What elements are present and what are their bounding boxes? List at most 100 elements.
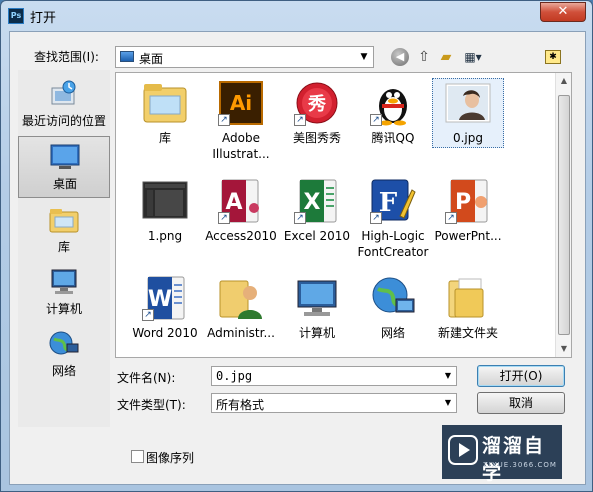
- place-label: 计算机: [45, 302, 82, 316]
- file-item[interactable]: A ↗ Access2010: [201, 176, 281, 270]
- libraries-folder-icon: [143, 84, 187, 123]
- place-network[interactable]: 网络: [18, 324, 110, 386]
- views-menu-icon[interactable]: ▦▾: [460, 48, 486, 66]
- look-in-dropdown[interactable]: 桌面 ▼: [115, 46, 374, 68]
- file-item[interactable]: 库: [125, 78, 205, 172]
- file-label: 库: [158, 131, 171, 145]
- scrollbar-thumb[interactable]: [558, 95, 570, 335]
- filetype-label: 文件类型(T):: [117, 398, 186, 412]
- chevron-down-icon[interactable]: ▼: [440, 367, 456, 385]
- shortcut-arrow-icon: ↗: [218, 114, 230, 126]
- svg-text:X: X: [304, 190, 321, 215]
- cancel-button[interactable]: 取消: [477, 392, 565, 414]
- file-label: 美图秀秀: [292, 131, 341, 145]
- file-item[interactable]: P ↗ PowerPnt...: [428, 176, 508, 270]
- shortcut-arrow-icon: ↗: [294, 114, 306, 126]
- chevron-down-icon[interactable]: ▼: [440, 394, 456, 412]
- file-item-selected[interactable]: 0.jpg: [428, 78, 508, 172]
- svg-text:秀: 秀: [307, 94, 326, 115]
- place-desktop[interactable]: 桌面: [18, 136, 110, 198]
- libraries-icon: [49, 209, 79, 233]
- place-libraries[interactable]: 库: [18, 200, 110, 262]
- file-label: 0.jpg: [452, 131, 484, 145]
- file-label: Administr...: [207, 326, 275, 340]
- filename-combo[interactable]: 0.jpg ▼: [211, 366, 457, 386]
- file-label: Access2010: [205, 229, 277, 243]
- desktop-icon: [50, 144, 80, 169]
- file-item[interactable]: Ai ↗ Adobe Illustrat...: [201, 78, 281, 172]
- close-button[interactable]: ✕: [540, 2, 586, 22]
- place-recent[interactable]: 最近访问的位置: [18, 74, 110, 136]
- file-item[interactable]: 计算机: [277, 273, 357, 367]
- look-in-value: 桌面: [139, 52, 164, 66]
- file-item[interactable]: ↗ 腾讯QQ: [353, 78, 433, 172]
- new-folder-icon[interactable]: ▰: [436, 48, 456, 66]
- filetype-value: 所有格式: [216, 398, 265, 412]
- window-title: 打开: [30, 11, 57, 26]
- file-label: PowerPnt...: [434, 229, 502, 243]
- open-dialog-window: Ps 打开 ✕ 查找范围(I): 桌面 ▼ ◀ ⇧ ▰ ▦▾ ✱ 最近访问的位置…: [0, 0, 593, 492]
- photo-thumbnail-icon: [445, 83, 491, 123]
- back-icon[interactable]: ◀: [391, 48, 409, 66]
- file-label: 网络: [380, 326, 405, 340]
- place-label: 网络: [51, 364, 76, 378]
- watermark: 溜溜自学 ZIXUE.3066.COM: [442, 425, 562, 484]
- chevron-down-icon[interactable]: ▼: [355, 47, 373, 67]
- filename-value[interactable]: 0.jpg: [216, 369, 252, 383]
- pin-icon[interactable]: ✱: [545, 50, 561, 64]
- play-logo-icon: [448, 435, 478, 465]
- recent-places-icon: [51, 80, 76, 105]
- dialog-client-area: 查找范围(I): 桌面 ▼ ◀ ⇧ ▰ ▦▾ ✱ 最近访问的位置 桌面 库 计算…: [9, 31, 586, 485]
- place-label: 桌面: [52, 177, 77, 191]
- image-sequence-checkbox[interactable]: [131, 450, 144, 463]
- filename-label: 文件名(N):: [117, 371, 176, 385]
- network-icon: [49, 331, 79, 355]
- folder-icon: [448, 278, 484, 318]
- filetype-select[interactable]: 所有格式 ▼: [211, 393, 457, 413]
- title-bar[interactable]: Ps 打开 ✕: [1, 1, 592, 31]
- place-computer[interactable]: 计算机: [18, 262, 110, 324]
- file-label: 1.png: [147, 229, 183, 243]
- computer-icon: [51, 269, 77, 294]
- user-folder-icon: [219, 280, 262, 319]
- file-label: 新建文件夹: [437, 326, 498, 340]
- svg-text:P: P: [455, 190, 471, 215]
- file-list[interactable]: 库 Ai ↗ Adobe Illustrat... 秀 ↗ 美图秀秀 ↗ 腾讯Q…: [115, 72, 572, 358]
- file-label: 腾讯QQ: [371, 131, 415, 145]
- svg-text:Ai: Ai: [230, 91, 252, 115]
- file-item[interactable]: F ↗ High-Logic FontCreator: [353, 176, 433, 270]
- file-item[interactable]: 网络: [353, 273, 433, 367]
- network-icon: [372, 277, 415, 313]
- shortcut-arrow-icon: ↗: [370, 212, 382, 224]
- file-item[interactable]: X ↗ Excel 2010: [277, 176, 357, 270]
- file-label: Excel 2010: [283, 229, 351, 243]
- photoshop-icon: Ps: [8, 8, 24, 24]
- image-sequence-label: 图像序列: [146, 451, 195, 465]
- shortcut-arrow-icon: ↗: [294, 212, 306, 224]
- shortcut-arrow-icon: ↗: [142, 309, 154, 321]
- file-item[interactable]: Administr...: [201, 273, 281, 367]
- file-item[interactable]: 秀 ↗ 美图秀秀: [277, 78, 357, 172]
- look-in-label: 查找范围(I):: [34, 50, 99, 64]
- file-label: Adobe Illustrat...: [212, 131, 270, 161]
- vertical-scrollbar[interactable]: ▲ ▼: [555, 73, 571, 357]
- watermark-name: 溜溜自学: [482, 435, 546, 484]
- desktop-icon: [120, 51, 134, 62]
- file-item[interactable]: 新建文件夹: [428, 273, 508, 367]
- shortcut-arrow-icon: ↗: [370, 114, 382, 126]
- file-label: High-Logic FontCreator: [357, 229, 429, 259]
- places-bar: 最近访问的位置 桌面 库 计算机 网络: [18, 70, 110, 427]
- up-folder-icon[interactable]: ⇧: [414, 48, 434, 66]
- scroll-up-icon[interactable]: ▲: [556, 73, 572, 89]
- place-label: 库: [57, 240, 70, 254]
- file-label: Word 2010: [132, 326, 198, 340]
- file-item[interactable]: W ↗ Word 2010: [125, 273, 205, 367]
- screenshot-thumbnail-icon: [142, 181, 188, 219]
- open-button[interactable]: 打开(O): [477, 365, 565, 387]
- file-item[interactable]: 1.png: [125, 176, 205, 270]
- shortcut-arrow-icon: ↗: [218, 212, 230, 224]
- file-label: 计算机: [298, 326, 335, 340]
- scroll-down-icon[interactable]: ▼: [556, 341, 572, 357]
- shortcut-arrow-icon: ↗: [445, 212, 457, 224]
- place-label: 最近访问的位置: [21, 114, 106, 128]
